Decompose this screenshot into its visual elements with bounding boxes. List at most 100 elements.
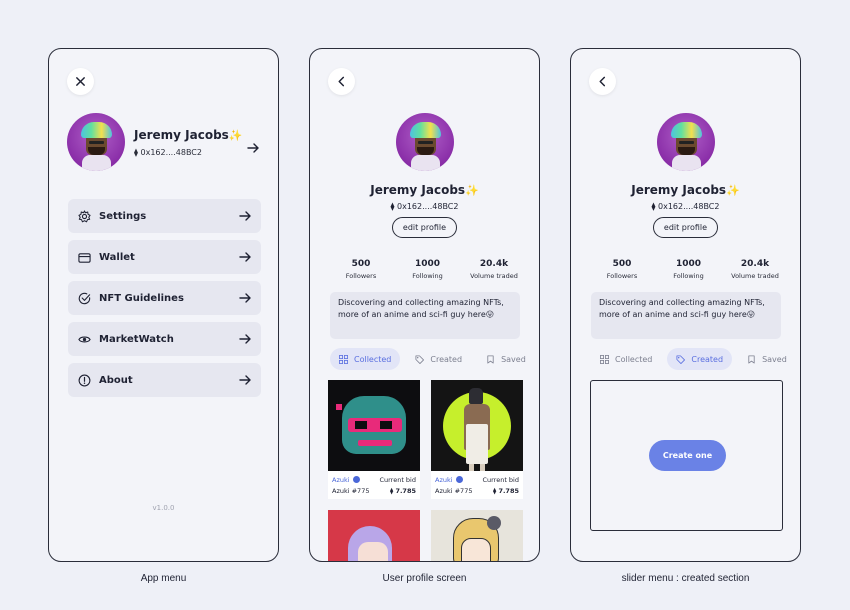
edit-profile-button[interactable]: edit profile (392, 217, 457, 238)
info-icon (77, 373, 91, 387)
tab-label: Collected (615, 354, 653, 364)
tag-icon (415, 354, 425, 364)
profile-stats: 500 Followers 1000 Following 20.4k Volume t… (330, 259, 525, 280)
tab-saved[interactable]: Saved (738, 348, 796, 370)
arrow-right-icon (239, 330, 251, 349)
sparkle-icon: ✨ (228, 128, 243, 142)
back-button[interactable] (589, 68, 616, 95)
grid-icon (339, 354, 348, 364)
bookmark-icon (487, 354, 494, 364)
profile-tabs: Collected Created Saved (591, 348, 800, 370)
stat-volume: 20.4k Volume traded (463, 259, 525, 280)
profile-bio: Discovering and collecting amazing NFTs,… (330, 292, 520, 339)
tab-label: Created (691, 354, 724, 364)
avatar (396, 113, 454, 171)
avatar (657, 113, 715, 171)
menu-item-wallet[interactable]: Wallet (68, 240, 261, 274)
stat-following[interactable]: 1000 Following (658, 259, 720, 280)
wallet-icon (77, 250, 91, 264)
nft-card[interactable]: Azuki Current bid Azuki #775 ⧫ 7.785 (328, 380, 420, 499)
price-value: 7.785 (395, 486, 416, 495)
stat-value: 20.4k (479, 259, 509, 269)
nft-image (328, 510, 420, 561)
stat-followers[interactable]: 500 Followers (330, 259, 392, 280)
user-name: Jeremy Jacobs (370, 183, 466, 197)
stat-following[interactable]: 1000 Following (397, 259, 459, 280)
menu-item-marketwatch[interactable]: MarketWatch (68, 322, 261, 356)
collection-name[interactable]: Azuki (332, 476, 350, 484)
nft-card-info: Azuki Current bid Azuki #775 ⧫ 7.785 (328, 471, 420, 499)
tab-created[interactable]: Created (667, 348, 733, 370)
collection-name[interactable]: Azuki (435, 476, 453, 484)
back-button[interactable] (328, 68, 355, 95)
eye-icon (77, 332, 91, 346)
nft-image (328, 380, 420, 471)
menu-item-label: About (99, 374, 133, 386)
stat-label: Volume traded (731, 272, 779, 280)
stat-value: 20.4k (740, 259, 770, 269)
back-arrow-icon (599, 76, 606, 87)
stat-value: 500 (351, 259, 371, 269)
gear-icon (77, 209, 91, 223)
sparkle-icon: ✨ (465, 184, 479, 197)
stat-value: 500 (612, 259, 632, 269)
verified-icon (455, 476, 463, 483)
nft-card[interactable] (431, 510, 523, 561)
close-button[interactable] (67, 68, 94, 95)
nft-image (431, 380, 523, 471)
sparkle-icon: ✨ (726, 184, 740, 197)
user-profile-screen: Jeremy Jacobs✨ ⧫ 0x162....48BC2 edit pro… (309, 48, 540, 562)
profile-stats: 500 Followers 1000 Following 20.4k Volume t… (591, 259, 786, 280)
stat-value: 1000 (414, 259, 441, 269)
price-value: 7.785 (498, 486, 519, 495)
stat-label: Volume traded (470, 272, 518, 280)
created-section-screen: Jeremy Jacobs✨ ⧫ 0x162....48BC2 edit pro… (570, 48, 801, 562)
nft-card-info: Azuki Current bid Azuki #775 ⧫ 7.785 (431, 471, 523, 499)
profile-arrow-icon[interactable] (247, 139, 259, 158)
arrow-right-icon (239, 207, 251, 226)
menu-item-about[interactable]: About (68, 363, 261, 397)
tab-saved[interactable]: Saved (477, 348, 535, 370)
menu-item-label: Settings (99, 210, 147, 222)
wallet-address: ⧫ 0x162....48BC2 (134, 147, 202, 157)
nft-card[interactable]: Azuki Current bid Azuki #775 ⧫ 7.785 (431, 380, 523, 499)
caption-app-menu: App menu (140, 573, 187, 584)
arrow-right-icon (239, 248, 251, 267)
tab-collected[interactable]: Collected (591, 348, 661, 370)
menu-list: Settings Wallet NFT Guidelines MarketWat… (68, 199, 261, 404)
menu-profile-card[interactable]: Jeremy Jacobs✨ ⧫ 0x162....48BC2 (67, 113, 243, 171)
user-name: Jeremy Jacobs (631, 183, 727, 197)
bid-label: Current bid (379, 475, 416, 484)
edit-profile-button[interactable]: edit profile (653, 217, 718, 238)
tag-icon (676, 354, 686, 364)
grid-icon (600, 354, 609, 364)
tab-created[interactable]: Created (406, 348, 471, 370)
stat-label: Following (673, 272, 704, 280)
tab-collected[interactable]: Collected (330, 348, 401, 370)
avatar (67, 113, 125, 171)
caption-user-profile: User profile screen (382, 573, 467, 584)
app-version: v1.0.0 (152, 504, 175, 512)
tab-label: Created (430, 354, 463, 364)
verified-icon (352, 476, 360, 483)
stat-volume: 20.4k Volume traded (724, 259, 786, 280)
caption-created-section: slider menu : created section (621, 573, 750, 584)
nft-card[interactable] (328, 510, 420, 561)
menu-item-nft-guidelines[interactable]: NFT Guidelines (68, 281, 261, 315)
app-menu-screen: Jeremy Jacobs✨ ⧫ 0x162....48BC2 Settings… (48, 48, 279, 562)
nft-image (431, 510, 523, 561)
bid-label: Current bid (482, 475, 519, 484)
create-one-button[interactable]: Create one (649, 440, 726, 471)
wallet-address: ⧫ 0x162....48BC2 (651, 202, 720, 211)
menu-item-label: NFT Guidelines (99, 292, 184, 304)
profile-bio: Discovering and collecting amazing NFTs,… (591, 292, 781, 339)
stat-followers[interactable]: 500 Followers (591, 259, 653, 280)
close-icon (76, 77, 85, 86)
user-name: Jeremy Jacobs (134, 127, 229, 142)
menu-item-settings[interactable]: Settings (68, 199, 261, 233)
arrow-right-icon (239, 289, 251, 308)
item-name: Azuki #775 (435, 486, 473, 495)
bookmark-icon (748, 354, 755, 364)
wallet-address: ⧫ 0x162....48BC2 (390, 202, 459, 211)
stat-label: Followers (606, 272, 638, 280)
